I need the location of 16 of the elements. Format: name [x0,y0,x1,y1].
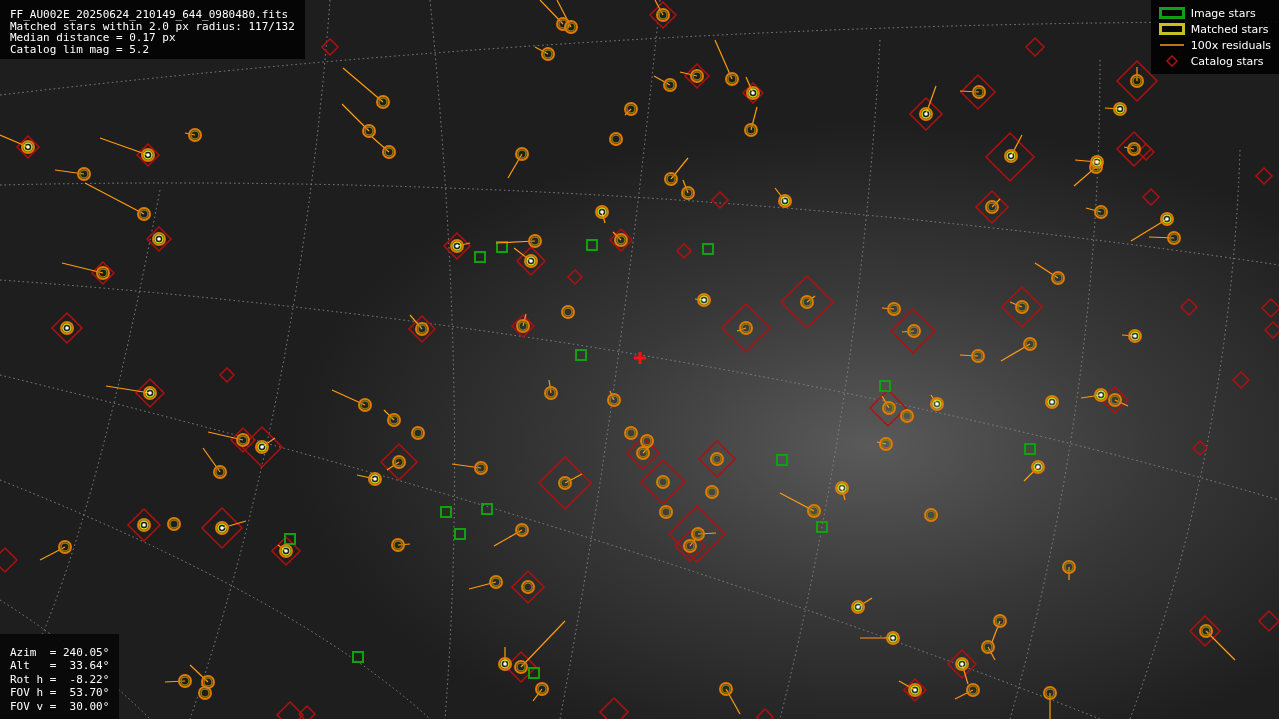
matched-star-swatch [1158,23,1185,35]
pointing-text: Alt = 33.64° [10,659,110,673]
pointing-text: FOV h = 53.70° [10,686,110,700]
cross-icon [634,352,646,364]
info-text: Catalog lim mag = 5.2 [10,43,151,55]
pointing-text: Azim = 240.05° [10,645,110,659]
legend-label: Catalog stars [1190,54,1264,68]
info-text: Matched stars within 2.0 px radius: 117/132 [10,20,295,32]
info-text: FF_AU002E_20250624_210149_644_0980480.fits [10,9,290,21]
pointing-text: Rot h = -8.22° [10,672,110,686]
legend-label: 100x residuals [1190,38,1271,52]
image-star-swatch [1158,7,1185,19]
legend-label: Matched stars [1190,22,1269,36]
pointing-text: FOV v = 30.00° [10,699,110,713]
legend-label: Image stars [1190,6,1256,20]
info-text: Median distance = 0.17 px [10,32,176,44]
